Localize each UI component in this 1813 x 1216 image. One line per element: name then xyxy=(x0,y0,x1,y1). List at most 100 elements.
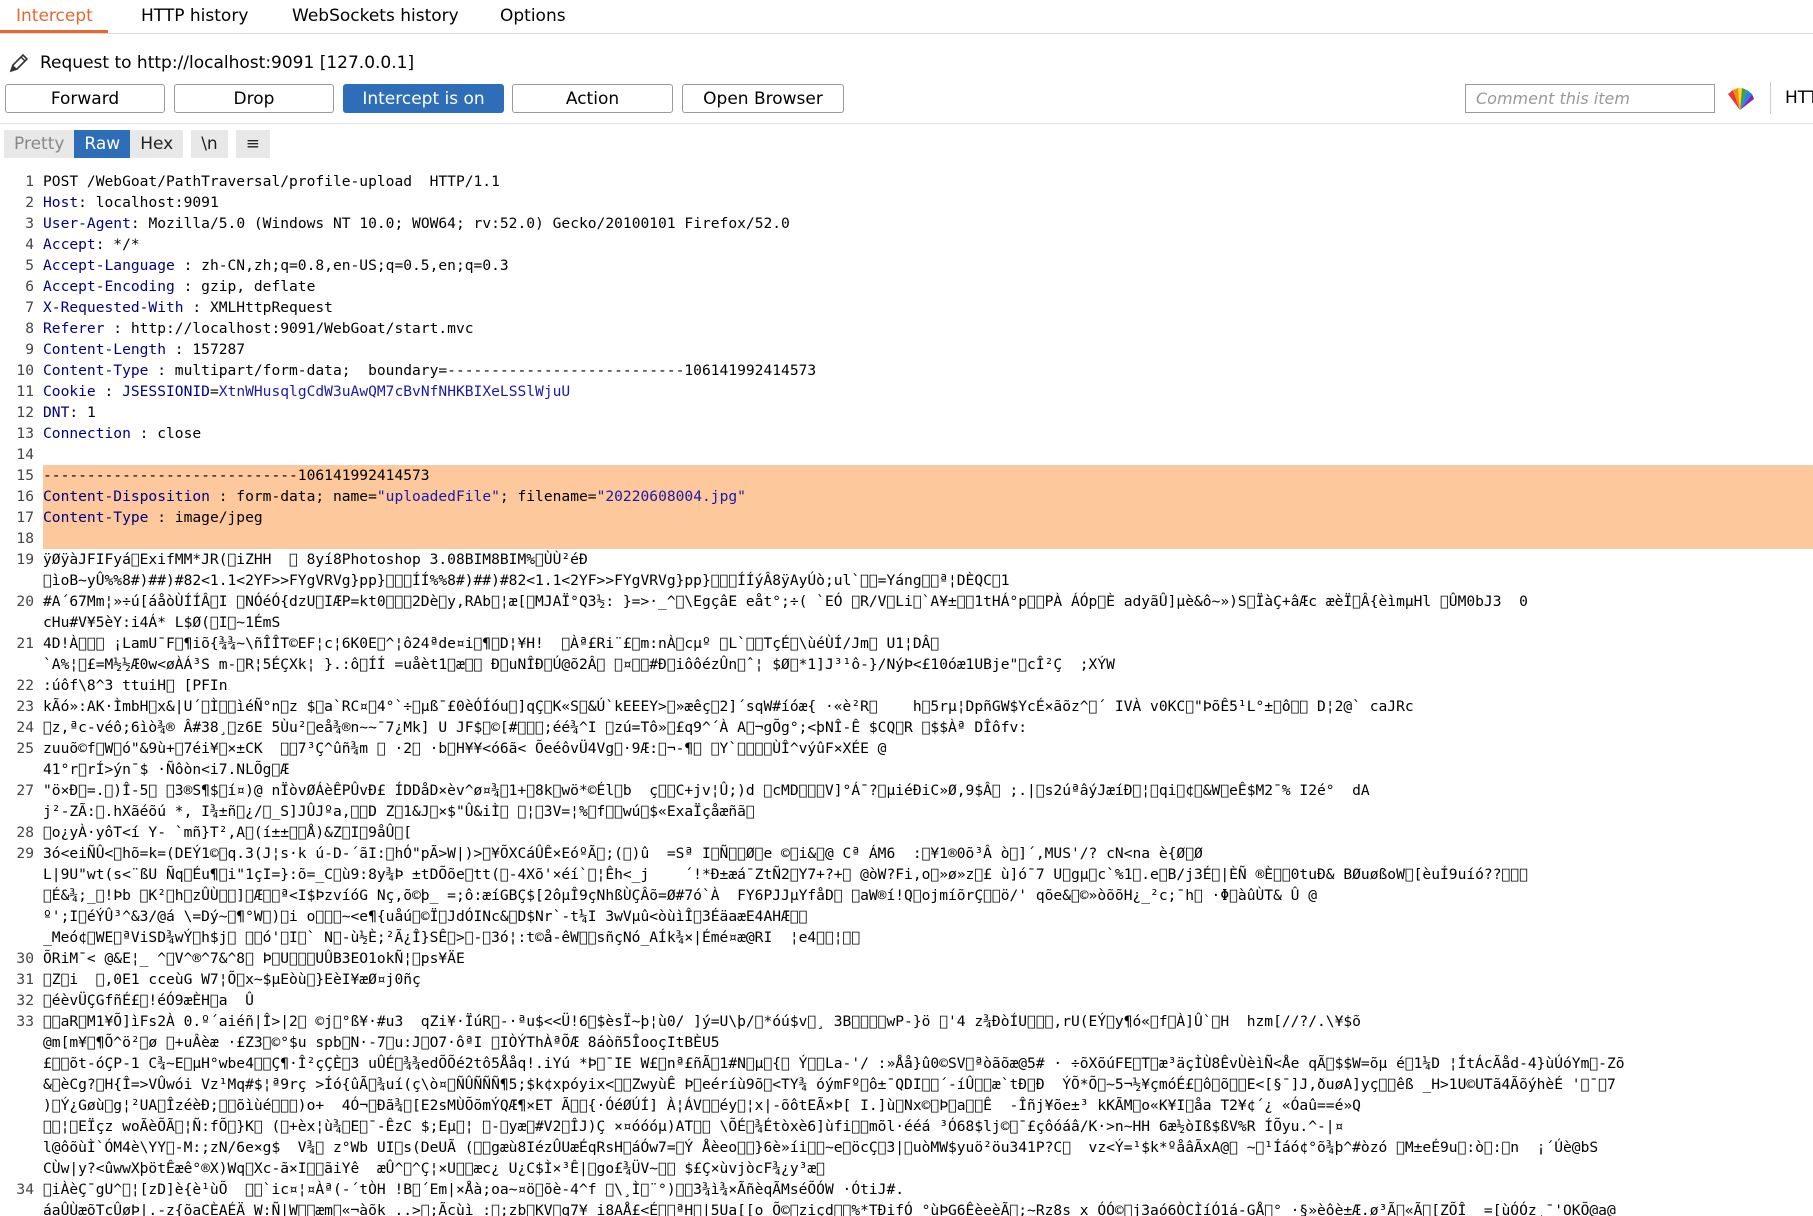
line-number: 33 xyxy=(16,1013,34,1030)
header-name: Content-Type xyxy=(43,362,149,379)
body-text: zuuõ©f W ó"&9ù+ 7éi¥ ×±CK   7³Ç^ûñ¾m   ·… xyxy=(43,740,887,757)
header-name: Referer xyxy=(43,320,105,337)
body-text: º';I éÝÛ³^&3/@á \=Dý~ ¶°W ) i o   ~<e¶{u… xyxy=(43,908,808,925)
body-text: :úôf\8^3 ttuiH  [PFIn xyxy=(43,677,228,694)
request-line: 12 DNT: 1 xyxy=(0,402,1813,423)
request-line: 7 X-Requested-With : XMLHttpRequest xyxy=(0,297,1813,318)
tab-websockets-history[interactable]: WebSockets history xyxy=(292,6,459,26)
request-line: L|9U"wt(s<¨ßU Ñq Éu¶ i"1çI=}:õ=_C ù9:8y¾… xyxy=(0,864,1813,885)
drop-button[interactable]: Drop xyxy=(174,84,334,113)
request-line: _Meó¢ WE ªViSD¾wÝ h$j    ó' I ` N -ù½È;²… xyxy=(0,927,1813,948)
tab-intercept[interactable]: Intercept xyxy=(16,6,93,26)
request-line: £  õt-óÇP-1 C¾~E µH°wbe4  Ç¶·Î²çÇÈ 3 uÛÉ… xyxy=(0,1053,1813,1074)
request-line: 15 -----------------------------106141992… xyxy=(0,465,1813,486)
header-separator: : xyxy=(174,278,202,295)
line-number: 17 xyxy=(0,507,43,528)
line-number: 8 xyxy=(25,320,34,337)
tab-bar: Intercept HTTP history WebSockets histor… xyxy=(0,0,1813,34)
highlight-color-icon[interactable] xyxy=(1725,86,1755,112)
line-number: 21 xyxy=(16,635,34,652)
request-line:  É&¾;_ !Þb  K² h zÛÙ  ] Æ  ª<I$ÞzvíóG Nç… xyxy=(0,885,1813,906)
tab-options[interactable]: Options xyxy=(500,6,566,26)
param-value: "uploadedFile" xyxy=(376,488,500,505)
header-value: */* xyxy=(113,236,140,253)
line-number: 11 xyxy=(16,383,34,400)
comment-input[interactable]: Comment this item xyxy=(1465,84,1715,113)
header-separator: : xyxy=(130,215,149,232)
line-number: 23 xyxy=(16,698,34,715)
body-text: `A%¦ £=M½½Æ0w<øÀÁ³S m- R¦5ÉÇXk¦ }.:ô ÍÍ … xyxy=(43,656,1115,673)
header-value: form-data; name= xyxy=(236,488,377,505)
raw-request-editor[interactable]: 1 POST /WebGoat/PathTraversal/profile-upl… xyxy=(0,171,1813,1216)
line-number: 1 xyxy=(25,173,34,190)
request-line: j²-ZÃ: .hXãéõú *, I¾±ñ ¿/ _S]JÛJºa,  D Z… xyxy=(0,801,1813,822)
request-line: 33   aR M1¥Õ]ìFs2À 0.º´aiéñ|Î>|2  ©j °ß¥·… xyxy=(0,1011,1813,1032)
request-line: 2 Host: localhost:9091 xyxy=(0,192,1813,213)
line-number: 18 xyxy=(0,528,43,549)
request-line: 32  éèvÜÇGfñÉ£ !éÓ9æÈH a Û xyxy=(0,990,1813,1011)
toolbar-separator xyxy=(1770,82,1771,114)
body-text: £  õt-óÇP-1 C¾~E µH°wbe4  Ç¶·Î²çÇÈ 3 uÛÉ… xyxy=(43,1055,1625,1072)
request-line: 29 3ó<eiÑÛ< hõ=k=(DEÝ1© q.3(J¦s·k ú-D-´ãI… xyxy=(0,843,1813,864)
body-text: 3ó<eiÑÛ< hõ=k=(DEÝ1© q.3(J¦s·k ú-D-´ãI: … xyxy=(43,845,1203,862)
line-number: 5 xyxy=(25,257,34,274)
header-value: gzip, deflate xyxy=(201,278,316,295)
view-pretty-button[interactable]: Pretty xyxy=(4,130,75,158)
line-number: 20 xyxy=(16,593,34,610)
view-raw-button[interactable]: Raw xyxy=(74,130,131,158)
header-name: Host xyxy=(43,194,79,211)
body-text: 41°r rÍ>ýn¯$ ·Ñôòn<i7.NLÕg Æ xyxy=(43,761,290,778)
request-line: 5 Accept-Language : zh-CN,zh;q=0.8,en-US;… xyxy=(0,255,1813,276)
line-number: 31 xyxy=(16,971,34,988)
header-name: Accept-Language xyxy=(43,257,175,274)
open-browser-button[interactable]: Open Browser xyxy=(682,84,844,113)
header-value: close xyxy=(157,425,202,442)
header-name: Content-Disposition xyxy=(43,488,210,505)
line-number: 14 xyxy=(16,446,34,463)
header-separator: : xyxy=(69,404,87,421)
request-line: ) Ý¿Gøù g¦²UA ÎzéèÐ;  õìùé   )o+ 4Ó¬ Ðã¾… xyxy=(0,1095,1813,1116)
tab-http-history[interactable]: HTTP history xyxy=(141,6,248,26)
line-number: 28 xyxy=(16,824,34,841)
request-line: 24  z,ªc-véô;6ìò¾® Â#38¸ z6E 5Ùu² eå¾®n~~… xyxy=(0,717,1813,738)
request-line: 4 Accept: */* xyxy=(0,234,1813,255)
request-line: 3 User-Agent: Mozilla/5.0 (Windows NT 10.… xyxy=(0,213,1813,234)
request-line:   ¦ EÏçz woÃèÕÃ ¦Ñ:fÕ }K  ( +èx¦ù¾ E ¯-Ê… xyxy=(0,1116,1813,1137)
menu-icon[interactable]: ≡ xyxy=(235,130,270,158)
forward-button[interactable]: Forward xyxy=(5,84,165,113)
view-hex-button[interactable]: Hex xyxy=(130,130,184,158)
header-value: ; filename= xyxy=(499,488,597,505)
line-number: 3 xyxy=(25,215,34,232)
body-text:   ¦ EÏçz woÃèÕÃ ¦Ñ:fÕ }K  ( +èx¦ù¾ E ¯-Ê… xyxy=(43,1118,1344,1135)
header-separator: : xyxy=(166,341,193,358)
line-number: 19 xyxy=(16,551,34,568)
request-line: 34  iÀèÇ¯gU^ ¦[zD]è{è¹ùÕ   `ic¤¦¤Àª(-´tÒH… xyxy=(0,1179,1813,1200)
action-button[interactable]: Action xyxy=(512,84,673,113)
show-newlines-button[interactable]: \n xyxy=(191,130,228,158)
header-value: localhost:9091 xyxy=(95,194,219,211)
header-value: zh-CN,zh;q=0.8,en-US;q=0.5,en;q=0.3 xyxy=(201,257,509,274)
header-name: Accept xyxy=(43,236,96,253)
body-text: ÿØÿàJFIFyá ExifMM*JR( iZHH   8yí8Photosh… xyxy=(43,551,588,568)
body-text: j²-ZÃ: .hXãéõú *, I¾±ñ ¿/ _S]JÛJºa,  D Z… xyxy=(43,803,755,820)
request-line: 31  Z i  ,0E1 cceùG W7¦Õ x~$µEòù }EèI¥æØ¤… xyxy=(0,969,1813,990)
body-text: ) Ý¿Gøù g¦²UA ÎzéèÐ;  õìùé   )o+ 4Ó¬ Ðã¾… xyxy=(43,1097,1361,1114)
line-number: 24 xyxy=(16,719,34,736)
line-number: 7 xyxy=(25,299,34,316)
line-number: 9 xyxy=(25,341,34,358)
body-text:   aR M1¥Õ]ìFs2À 0.º´aiéñ|Î>|2  ©j °ß¥·#u… xyxy=(43,1013,1361,1030)
request-line: 22 :úôf\8^3 ttuiH  [PFIn xyxy=(0,675,1813,696)
line-number: 22 xyxy=(16,677,34,694)
request-line: 27 "ö×Ð =. )Î-5   3®S¶$ í¤)@ nÏòvØÁèÊPÛvÐ… xyxy=(0,780,1813,801)
line-number: 30 xyxy=(16,950,34,967)
request-line: 11 Cookie : JSESSIONID=XtnWHusqlgCdW3uAwQ… xyxy=(0,381,1813,402)
line-number: 13 xyxy=(16,425,34,442)
header-separator: : xyxy=(209,488,237,505)
header-name: Content-Type xyxy=(43,509,149,526)
intercept-toggle-button[interactable]: Intercept is on xyxy=(343,84,504,113)
body-text:  z,ªc-véô;6ìò¾® Â#38¸ z6E 5Ùu² eå¾®n~~¯7… xyxy=(43,719,1028,736)
header-separator: : xyxy=(78,194,96,211)
line-number: 10 xyxy=(16,362,34,379)
request-line: 20 #A´67Mm¦»÷ú[áåòÙÍÍÂ I  NÓéÓ{dzU IÆP=kt… xyxy=(0,591,1813,612)
body-text:  Z i  ,0E1 cceùG W7¦Õ x~$µEòù }EèI¥æØ¤j0… xyxy=(43,971,421,988)
